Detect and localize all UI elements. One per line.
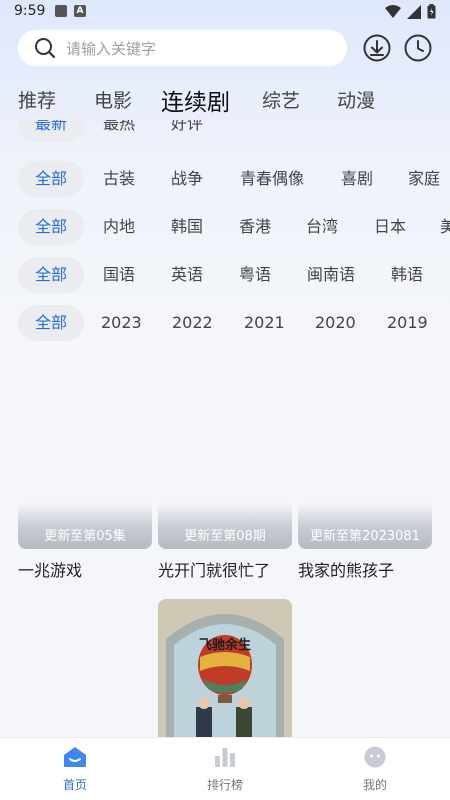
language-english[interactable]: 英语	[169, 257, 205, 293]
sort-latest[interactable]: 最新	[18, 120, 84, 142]
poster-card[interactable]: 飞驰余生	[158, 599, 292, 739]
nav-profile-label: 我的	[362, 778, 387, 792]
genre-costume[interactable]: 古装	[101, 161, 137, 197]
region-all[interactable]: 全部	[18, 209, 84, 245]
nav-ranking-label: 排行榜	[206, 778, 243, 792]
year-2022[interactable]: 2022	[172, 305, 213, 341]
language-minnan[interactable]: 闽南语	[304, 257, 358, 293]
sort-filter-row: 最新 最热 好评	[0, 120, 450, 144]
sort-hottest[interactable]: 最热	[101, 120, 137, 142]
year-2019[interactable]: 2019	[387, 305, 428, 341]
poster-image: 飞驰余生	[158, 599, 292, 739]
tab-variety[interactable]: 综艺	[262, 86, 300, 113]
card-update-status: 更新至第05集	[44, 529, 126, 544]
region-filter-row: 全部 内地 韩国 香港 台湾 日本 美	[0, 207, 450, 247]
card-title: 一兆游戏	[18, 561, 83, 580]
wifi-icon	[385, 4, 401, 18]
tab-recommend[interactable]: 推荐	[18, 86, 56, 113]
bottom-navigation: 首页 排行榜 我的	[0, 737, 450, 800]
battery-icon	[427, 4, 436, 19]
card-title: 我家的熊孩子	[298, 561, 395, 580]
genre-filter-row: 全部 古装 战争 青春偶像 喜剧 家庭	[0, 159, 450, 199]
card-update-status: 更新至第2023081	[310, 529, 420, 544]
sort-top-rated[interactable]: 好评	[169, 120, 205, 142]
year-2020[interactable]: 2020	[315, 305, 356, 341]
status-indicators	[385, 4, 436, 19]
region-korea[interactable]: 韩国	[169, 209, 205, 245]
language-cantonese[interactable]: 粤语	[237, 257, 273, 293]
language-mandarin[interactable]: 国语	[101, 257, 137, 293]
year-2021[interactable]: 2021	[244, 305, 285, 341]
nav-profile[interactable]: 我的	[330, 746, 420, 793]
region-hongkong[interactable]: 香港	[237, 209, 273, 245]
poster-title: 飞驰余生	[199, 637, 251, 653]
download-icon[interactable]	[362, 33, 392, 63]
ranking-icon	[215, 748, 235, 767]
language-korean[interactable]: 韩语	[389, 257, 425, 293]
year-all[interactable]: 全部	[18, 305, 84, 341]
tab-series[interactable]: 连续剧	[161, 83, 230, 117]
image-notification-icon	[55, 5, 67, 17]
search-input[interactable]: 请输入关键字	[18, 30, 347, 66]
nav-home-label: 首页	[62, 778, 87, 792]
genre-comedy[interactable]: 喜剧	[339, 161, 375, 197]
language-all[interactable]: 全部	[18, 257, 84, 293]
home-icon	[64, 747, 86, 767]
nav-home[interactable]: 首页	[30, 746, 120, 793]
region-japan[interactable]: 日本	[372, 209, 408, 245]
genre-war[interactable]: 战争	[169, 161, 205, 197]
region-usa[interactable]: 美	[439, 209, 450, 245]
profile-icon	[364, 746, 386, 768]
search-icon	[35, 38, 56, 59]
signal-icon	[407, 4, 421, 19]
year-2023[interactable]: 2023	[101, 305, 142, 341]
genre-all[interactable]: 全部	[18, 161, 84, 197]
genre-family[interactable]: 家庭	[406, 161, 442, 197]
year-filter-row: 全部 2023 2022 2021 2020 2019	[0, 303, 450, 343]
search-placeholder: 请输入关键字	[66, 39, 157, 58]
category-tabs: 推荐 电影 连续剧 综艺 动漫	[0, 80, 450, 120]
status-bar: 9:59 A	[0, 0, 450, 24]
nav-ranking[interactable]: 排行榜	[180, 746, 270, 793]
app-notification-icon: A	[74, 5, 86, 17]
history-icon[interactable]	[403, 33, 433, 63]
card-title: 光开门就很忙了	[158, 561, 271, 580]
language-filter-row: 全部 国语 英语 粤语 闽南语 韩语	[0, 255, 450, 295]
status-time: 9:59	[14, 3, 46, 19]
region-mainland[interactable]: 内地	[101, 209, 137, 245]
region-taiwan[interactable]: 台湾	[304, 209, 340, 245]
tab-movie[interactable]: 电影	[94, 86, 132, 113]
genre-youth-idol[interactable]: 青春偶像	[237, 161, 307, 197]
tab-anime[interactable]: 动漫	[337, 86, 375, 113]
card-update-status: 更新至第08期	[184, 529, 266, 544]
